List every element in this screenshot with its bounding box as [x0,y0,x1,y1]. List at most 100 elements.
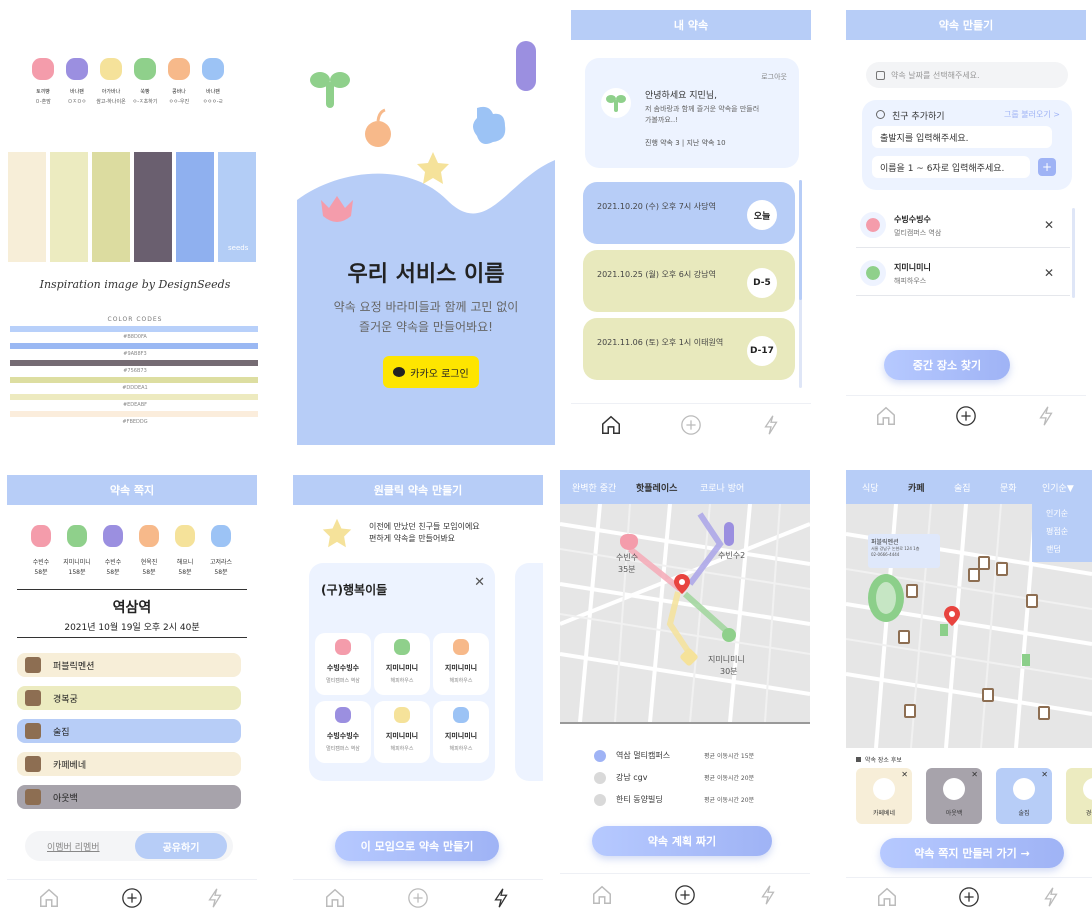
tab-hot-place[interactable]: 핫플레이스 [636,481,677,494]
remove-candidate-button[interactable]: ✕ [971,770,978,779]
promise-stats: 진행 약속 3 | 지난 약속 10 [645,139,726,147]
place-popup[interactable]: 퍼블릭멘션 서울 강남구 논현로 124 1층 02-0666-4444 [868,534,940,568]
share-button[interactable]: 공유하기 [135,833,227,859]
kakao-login-button[interactable]: 카카오 로그인 [383,356,479,388]
group-member-name: 지미니미니 [385,732,419,740]
load-group-link[interactable]: 그룹 불러오기 > [1004,109,1060,120]
sort-dropdown[interactable]: 인기순▼ [1042,481,1074,494]
remove-friend-button[interactable]: ✕ [1044,218,1054,232]
date-input[interactable]: 약속 날짜를 선택해주세요. [866,62,1068,88]
promise-item[interactable]: 2021.10.20 (수) 오후 7시 사당역 오늘 [583,182,795,244]
result-radio[interactable] [594,750,606,762]
add-icon[interactable] [121,887,143,909]
character-name: 쑥빵 [140,89,150,95]
remove-candidate-button[interactable]: ✕ [901,770,908,779]
add-icon[interactable] [958,886,980,908]
promise-item[interactable]: 2021.10.25 (월) 오후 6시 강남역 D-5 [583,250,795,312]
candidate-card[interactable]: 카페베네 ✕ [856,768,912,824]
home-icon[interactable] [875,405,897,427]
sort-option-popular[interactable]: 인기순 [1046,508,1068,519]
create-from-group-button[interactable]: 이 모임으로 약속 만들기 [335,831,499,861]
home-icon[interactable] [600,414,622,436]
plan-button[interactable]: 약속 계획 짜기 [592,826,772,856]
group-member-name: 수빙수빙수 [326,664,360,672]
place-row[interactable]: 술집 [17,719,241,743]
tab-corona-defense[interactable]: 코로나 방어 [700,481,744,494]
place-row[interactable]: 경복궁 [17,686,241,710]
tab-cafe[interactable]: 카페 [908,481,925,494]
add-icon[interactable] [674,884,696,906]
home-icon[interactable] [324,887,346,909]
home-icon[interactable] [876,886,898,908]
character-swatch-icon [100,58,122,80]
tab-restaurant[interactable]: 식당 [862,481,879,494]
tab-perfect-middle[interactable]: 완벽한 중간 [572,481,616,494]
close-group-button[interactable]: ✕ [474,575,485,590]
tab-bar[interactable]: 술집 [954,481,971,494]
my-promise-header: 내 약속 [571,10,811,40]
member-icon [67,525,87,547]
go-to-note-button[interactable]: 약속 쪽지 만들러 가기 → [880,838,1064,868]
candidate-card[interactable]: 경복궁✕ [1066,768,1092,824]
lightning-icon[interactable] [760,414,782,436]
cafe-marker-icon[interactable] [978,556,990,570]
lightning-icon[interactable] [490,887,512,909]
sort-option-random[interactable]: 랜덤 [1046,544,1061,555]
find-midpoint-button[interactable]: 중간 장소 찾기 [884,350,1010,380]
remove-candidate-button[interactable]: ✕ [1041,770,1048,779]
cafe-marker-icon[interactable] [1038,706,1050,720]
cafe-marker-icon[interactable] [968,568,980,582]
midpoint-pin-icon[interactable] [674,574,690,594]
promise-item[interactable]: 2021.11.06 (토) 오후 1시 이태원역 D-17 [583,318,795,380]
character-swatch-icon [32,58,54,80]
result-radio[interactable] [594,772,606,784]
cafe-marker-icon[interactable] [906,584,918,598]
place-name: 아웃백 [53,793,78,804]
place-row[interactable]: 퍼블릭멘션 [17,653,241,677]
places-map[interactable]: 퍼블릭멘션 서울 강남구 논현로 124 1층 02-0666-4444 인기순… [846,504,1092,748]
result-radio[interactable] [594,794,606,806]
home-icon[interactable] [591,884,613,906]
cafe-marker-icon[interactable] [904,704,916,718]
lightning-icon[interactable] [757,884,779,906]
name-input[interactable]: 이름을 1 ~ 6자로 입력해주세요. [872,156,1030,178]
next-group-card[interactable] [515,563,543,781]
green-member-marker [722,628,736,642]
logout-link[interactable]: 로그아웃 [761,72,787,82]
origin-input[interactable]: 출발지를 입력해주세요. [872,126,1052,148]
lightning-icon[interactable] [1040,886,1062,908]
candidate-card[interactable]: 술집 ✕ [996,768,1052,824]
member-link[interactable]: 이멤버 리멤버 [47,840,100,853]
cafe-marker-icon[interactable] [898,630,910,644]
cafe-marker-icon[interactable] [1026,594,1038,608]
midpoint-map[interactable]: 수빈수 35분 수빈수2 지미니미니 30분 [560,504,810,722]
add-icon[interactable] [955,405,977,427]
list-scrollbar[interactable] [799,180,802,388]
group-card[interactable]: (구)행복이들 ✕ 수빙수빙수 멀티캠퍼스 역삼 지미니미니 해피하우스 지미니미니 해피… [309,563,495,781]
place-row[interactable]: 아웃백 [17,785,241,809]
remove-friend-button[interactable]: ✕ [1044,266,1054,280]
group-member-place: 멀티캠퍼스 역삼 [326,746,360,752]
candidate-card[interactable]: 아웃백 ✕ [926,768,982,824]
selected-place-pin-icon[interactable] [944,606,960,626]
character-sub: ㅇㅇ-우진 [168,99,190,105]
one-click-panel: 원클릭 약속 만들기 이전에 만났던 친구들 모임이에요 편하게 약속을 만들어… [293,475,543,915]
friend-scrollbar[interactable] [1072,208,1075,298]
add-icon[interactable] [407,887,429,909]
cafe-marker-icon[interactable] [996,562,1008,576]
orange-seed-icon [363,108,393,148]
friend-row: 지미니미니 해피하우스 ✕ [856,254,1070,296]
lightning-icon[interactable] [1035,405,1057,427]
cafe-marker-icon[interactable] [982,688,994,702]
promise-datetime: 2021년 10월 19일 오후 2시 40분 [64,623,200,633]
tab-culture[interactable]: 문화 [1000,481,1017,494]
palette-swatch [92,152,130,262]
lightning-icon[interactable] [204,887,226,909]
home-icon[interactable] [38,887,60,909]
place-row[interactable]: 카페베네 [17,752,241,776]
sort-option-rating[interactable]: 평점순 [1046,526,1068,537]
add-icon[interactable] [680,414,702,436]
result-time: 평균 이동시간 20분 [704,797,755,804]
group-member-name: 지미니미니 [385,664,419,672]
add-friend-button[interactable]: + [1038,158,1056,176]
